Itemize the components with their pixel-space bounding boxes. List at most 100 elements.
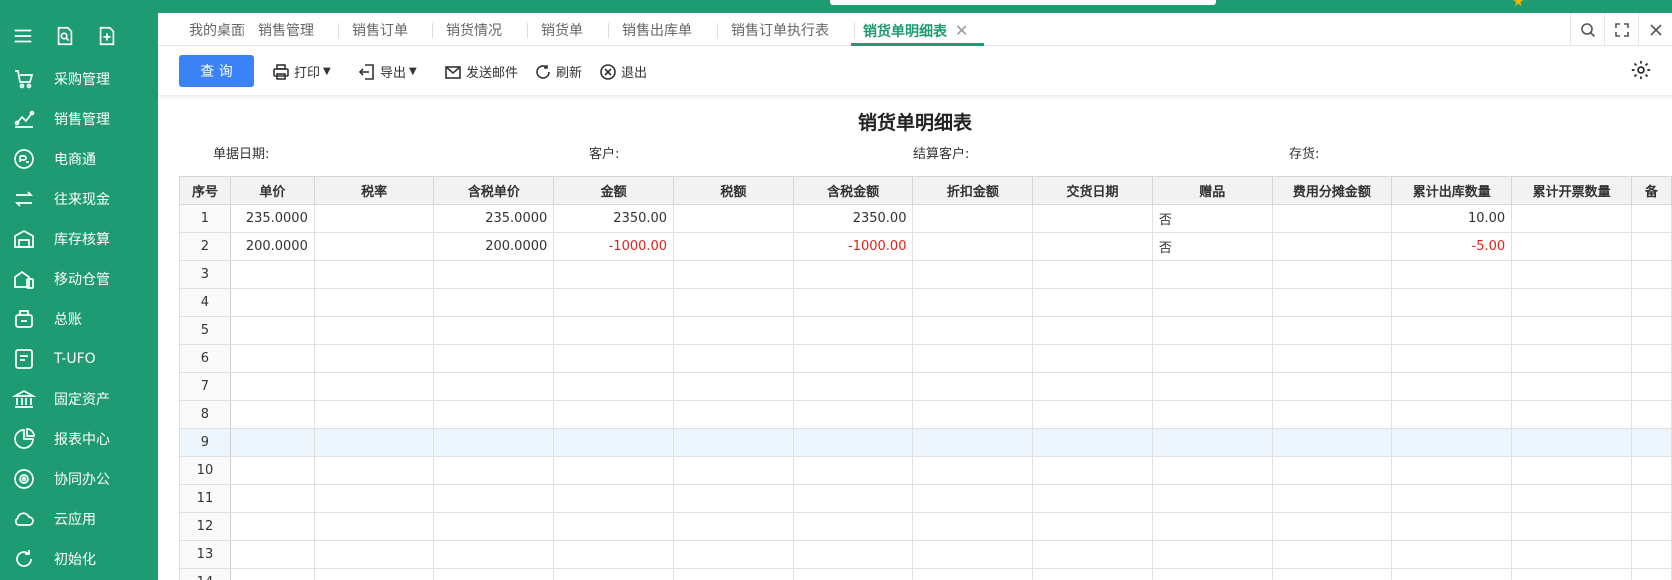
table-cell[interactable] <box>1151 260 1273 289</box>
table-cell[interactable]: 10.00 <box>1391 204 1513 233</box>
table-cell[interactable] <box>1271 540 1393 569</box>
table-cell[interactable] <box>1511 456 1632 485</box>
table-row[interactable]: 14 <box>179 568 1672 580</box>
table-cell[interactable] <box>1391 456 1513 485</box>
table-cell[interactable] <box>912 484 1034 513</box>
table-cell[interactable]: -1000.00 <box>792 232 914 261</box>
table-cell[interactable] <box>313 540 435 569</box>
table-cell[interactable] <box>229 428 315 457</box>
table-cell[interactable] <box>433 484 555 513</box>
table-cell[interactable]: 235.0000 <box>433 204 555 233</box>
table-cell[interactable] <box>1151 372 1273 401</box>
table-cell[interactable] <box>1032 428 1153 457</box>
table-cell[interactable] <box>912 204 1034 233</box>
sidebar-item-7[interactable]: 总账 <box>0 299 158 339</box>
table-cell[interactable] <box>433 344 555 373</box>
tab-sales-detail-report[interactable]: 销货单明细表 ✕ <box>851 13 985 46</box>
table-cell[interactable]: 200.0000 <box>229 232 315 261</box>
table-cell[interactable] <box>553 344 675 373</box>
table-cell[interactable] <box>1032 456 1153 485</box>
column-header[interactable]: 序号 <box>179 176 231 205</box>
table-cell[interactable] <box>792 260 914 289</box>
table-cell[interactable] <box>313 400 435 429</box>
row-index-cell[interactable]: 2 <box>179 232 231 261</box>
table-cell[interactable] <box>1391 428 1513 457</box>
table-cell[interactable] <box>553 484 675 513</box>
table-row[interactable]: 13 <box>179 540 1672 569</box>
table-cell[interactable] <box>1391 260 1513 289</box>
column-header[interactable]: 含税金额 <box>792 176 914 205</box>
table-cell[interactable] <box>433 288 555 317</box>
table-cell[interactable] <box>1511 540 1632 569</box>
table-cell[interactable] <box>229 484 315 513</box>
table-row[interactable]: 4 <box>179 288 1672 317</box>
table-cell[interactable] <box>433 540 555 569</box>
tab-order-execution[interactable]: 销售订单执行表 <box>719 13 829 46</box>
table-cell[interactable] <box>313 288 435 317</box>
table-cell[interactable] <box>912 456 1034 485</box>
table-cell[interactable] <box>1631 344 1672 373</box>
table-cell[interactable] <box>1391 568 1513 580</box>
sidebar-item-1[interactable]: 采购管理 <box>0 59 158 99</box>
table-cell[interactable] <box>673 372 794 401</box>
tab-sales-outbound[interactable]: 销售出库单 <box>610 13 692 46</box>
close-tab-icon[interactable]: ✕ <box>955 21 968 40</box>
row-index-cell[interactable]: 14 <box>179 568 231 580</box>
table-cell[interactable] <box>673 400 794 429</box>
table-cell[interactable] <box>673 204 794 233</box>
table-cell[interactable] <box>1271 484 1393 513</box>
table-cell[interactable] <box>912 400 1034 429</box>
table-cell[interactable] <box>1271 232 1393 261</box>
table-cell[interactable] <box>313 316 435 345</box>
column-header[interactable]: 税额 <box>673 176 794 205</box>
global-search-box[interactable] <box>830 0 1216 5</box>
table-cell[interactable] <box>912 540 1034 569</box>
sidebar-item-5[interactable]: 库存核算 <box>0 219 158 259</box>
add-document-icon[interactable] <box>96 25 118 47</box>
table-cell[interactable] <box>553 400 675 429</box>
table-cell[interactable] <box>1151 428 1273 457</box>
table-cell[interactable] <box>673 484 794 513</box>
table-cell[interactable] <box>1151 456 1273 485</box>
table-cell[interactable] <box>1151 400 1273 429</box>
table-cell[interactable] <box>433 428 555 457</box>
column-header[interactable]: 含税单价 <box>433 176 555 205</box>
table-cell[interactable] <box>792 568 914 580</box>
sidebar-item-4[interactable]: 往来现金 <box>0 179 158 219</box>
column-header[interactable]: 备 <box>1631 176 1672 205</box>
tab-sales-order[interactable]: 销售订单 <box>340 13 408 46</box>
table-cell[interactable] <box>553 512 675 541</box>
row-index-cell[interactable]: 10 <box>179 456 231 485</box>
print-button[interactable]: 打印 ▼ <box>272 62 331 81</box>
tab-sales-status[interactable]: 销货情况 <box>434 13 502 46</box>
table-cell[interactable] <box>433 260 555 289</box>
table-cell[interactable] <box>1032 484 1153 513</box>
table-cell[interactable] <box>553 260 675 289</box>
sidebar-item-12[interactable]: 云应用 <box>0 499 158 539</box>
table-row[interactable]: 6 <box>179 344 1672 373</box>
table-row[interactable]: 2 200.0000 200.0000 -1000.00 -1000.00 否 -5.00 <box>179 232 1672 261</box>
table-cell[interactable] <box>673 344 794 373</box>
table-cell[interactable] <box>229 288 315 317</box>
table-cell[interactable] <box>553 456 675 485</box>
table-cell[interactable] <box>1032 512 1153 541</box>
table-cell[interactable] <box>229 344 315 373</box>
table-cell[interactable] <box>1032 232 1153 261</box>
table-cell[interactable] <box>1631 288 1672 317</box>
table-cell[interactable] <box>1032 568 1153 580</box>
table-cell[interactable] <box>1511 288 1632 317</box>
table-cell[interactable] <box>1631 400 1672 429</box>
table-cell[interactable] <box>1511 568 1632 580</box>
table-cell[interactable] <box>313 344 435 373</box>
table-cell[interactable] <box>229 400 315 429</box>
table-cell[interactable] <box>1271 316 1393 345</box>
sidebar-item-6[interactable]: 移动仓管 <box>0 259 158 299</box>
table-cell[interactable] <box>673 316 794 345</box>
table-cell[interactable] <box>673 512 794 541</box>
table-row[interactable]: 11 <box>179 484 1672 513</box>
export-button[interactable]: 导出 ▼ <box>358 62 417 81</box>
table-cell[interactable] <box>912 260 1034 289</box>
table-cell[interactable] <box>1271 428 1393 457</box>
table-cell[interactable] <box>792 372 914 401</box>
table-cell[interactable] <box>1271 204 1393 233</box>
